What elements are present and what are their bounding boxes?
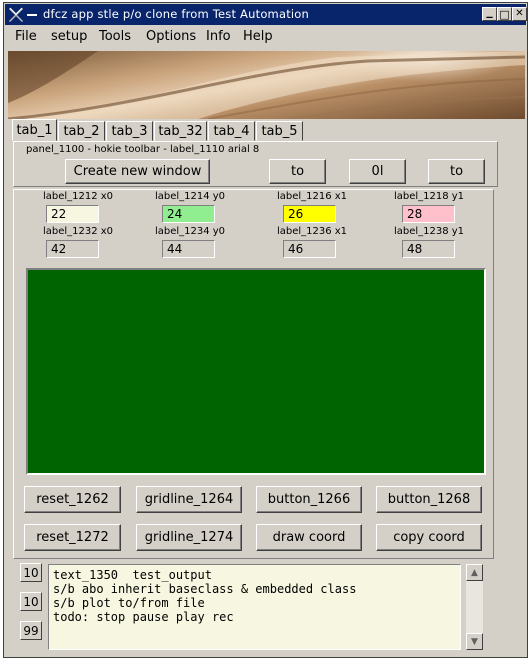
tab-strip: tab_1 tab_2 tab_3 tab_32 tab_4 tab_5 bbox=[8, 119, 525, 142]
menu-options[interactable]: Options bbox=[146, 29, 196, 44]
gridline-1274-button[interactable]: gridline_1274 bbox=[136, 524, 242, 551]
close-icon: ✕ bbox=[515, 8, 524, 19]
to-button-2[interactable]: to bbox=[428, 159, 485, 184]
maximize-button[interactable]: □ bbox=[497, 7, 512, 21]
gridline-1264-button[interactable]: gridline_1264 bbox=[136, 486, 242, 513]
reset-1272-button[interactable]: reset_1272 bbox=[24, 524, 121, 551]
tab-4[interactable]: tab_4 bbox=[208, 121, 255, 141]
window-title: dfcz app stle p/o clone from Test Automa… bbox=[43, 7, 310, 21]
x0-field-1[interactable]: 22 bbox=[46, 205, 99, 223]
app-window: dfcz app stle p/o clone from Test Automa… bbox=[3, 2, 528, 658]
menu-file[interactable]: File bbox=[15, 29, 37, 44]
x0-field-2[interactable]: 42 bbox=[46, 240, 99, 258]
banner-image bbox=[8, 51, 525, 119]
tab-32[interactable]: tab_32 bbox=[154, 121, 207, 141]
draw-coord-button[interactable]: draw coord bbox=[256, 524, 362, 551]
output-button-99[interactable]: 99 bbox=[20, 621, 42, 640]
copy-coord-button[interactable]: copy coord bbox=[376, 524, 482, 551]
maximize-icon: □ bbox=[499, 7, 510, 21]
label-1238: label_1238 y1 bbox=[393, 226, 465, 237]
label-1234: label_1234 y0 bbox=[154, 226, 226, 237]
output-scrollbar[interactable]: ▲ ▼ bbox=[466, 564, 483, 650]
output-textarea[interactable]: text_1350 test_output s/b abo inherit ba… bbox=[48, 564, 461, 650]
draw-canvas[interactable] bbox=[26, 268, 486, 475]
scroll-up-icon[interactable]: ▲ bbox=[466, 564, 483, 581]
button-1266[interactable]: button_1266 bbox=[256, 486, 362, 513]
output-button-10a[interactable]: 10 bbox=[20, 563, 42, 582]
app-x-icon[interactable] bbox=[8, 7, 24, 22]
0l-button[interactable]: 0l bbox=[349, 159, 406, 184]
menu-help[interactable]: Help bbox=[243, 29, 273, 44]
close-button[interactable]: ✕ bbox=[512, 7, 527, 21]
menu-info[interactable]: Info bbox=[206, 29, 231, 44]
tab-1[interactable]: tab_1 bbox=[12, 119, 57, 141]
output-button-10b[interactable]: 10 bbox=[20, 592, 42, 611]
toolbar-panel: panel_1100 - hokie toolbar - label_1110 … bbox=[13, 141, 498, 187]
x1-field-2[interactable]: 46 bbox=[283, 240, 336, 258]
to-button-1[interactable]: to bbox=[269, 159, 326, 184]
menu-tools[interactable]: Tools bbox=[99, 29, 131, 44]
output-panel: 10 10 99 text_1350 test_output s/b abo i… bbox=[15, 559, 495, 655]
menu-setup[interactable]: setup bbox=[51, 29, 87, 44]
x1-field-1[interactable]: 26 bbox=[283, 205, 336, 223]
label-1214: label_1214 y0 bbox=[154, 191, 226, 202]
toolbar-title: panel_1100 - hokie toolbar - label_1110 … bbox=[26, 144, 260, 155]
y1-field-1[interactable]: 28 bbox=[402, 205, 455, 223]
tab-5[interactable]: tab_5 bbox=[256, 121, 303, 141]
y1-field-2[interactable]: 48 bbox=[402, 240, 455, 258]
label-1232: label_1232 x0 bbox=[42, 226, 114, 237]
sand-dune-photo bbox=[8, 51, 525, 119]
scroll-down-icon[interactable]: ▼ bbox=[466, 633, 483, 650]
y0-field-2[interactable]: 44 bbox=[162, 240, 215, 258]
button-1268[interactable]: button_1268 bbox=[376, 486, 482, 513]
tab-3[interactable]: tab_3 bbox=[106, 121, 153, 141]
y0-field-1[interactable]: 24 bbox=[162, 205, 215, 223]
minimize-button[interactable]: ▁ bbox=[482, 7, 497, 21]
minimize-icon: ▁ bbox=[486, 9, 493, 18]
reset-1262-button[interactable]: reset_1262 bbox=[24, 486, 121, 513]
title-bar[interactable]: dfcz app stle p/o clone from Test Automa… bbox=[5, 4, 527, 25]
label-1212: label_1212 x0 bbox=[42, 191, 114, 202]
label-1216: label_1216 x1 bbox=[276, 191, 348, 202]
window-menu-icon[interactable] bbox=[27, 14, 37, 16]
menu-bar: File setup Tools Options Info Help bbox=[5, 25, 526, 50]
label-1218: label_1218 y1 bbox=[393, 191, 465, 202]
create-window-button[interactable]: Create new window bbox=[65, 159, 210, 184]
tab-2[interactable]: tab_2 bbox=[58, 121, 105, 141]
label-1236: label_1236 x1 bbox=[276, 226, 348, 237]
